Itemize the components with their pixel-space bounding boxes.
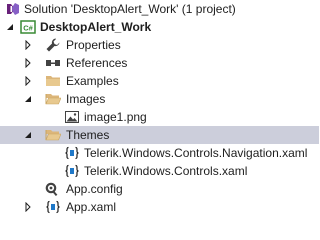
item-label: Telerik.Windows.Controls.Navigation.xaml xyxy=(84,146,308,160)
solution-explorer-tree: Solution 'DesktopAlert_Work' (1 project)… xyxy=(0,0,319,218)
tree-row-app-config[interactable]: App.config xyxy=(0,180,319,198)
project-label: DesktopAlert_Work xyxy=(40,20,152,34)
image-file-icon xyxy=(64,109,80,125)
tree-row-solution[interactable]: Solution 'DesktopAlert_Work' (1 project) xyxy=(0,0,319,18)
xaml-file-icon xyxy=(64,163,80,179)
tree-row-controls-xaml[interactable]: Telerik.Windows.Controls.xaml xyxy=(0,162,319,180)
expand-arrow-icon[interactable] xyxy=(23,202,33,212)
item-label: Examples xyxy=(66,74,119,88)
xaml-file-icon xyxy=(64,145,80,161)
wrench-icon xyxy=(45,37,61,53)
collapse-arrow-icon[interactable] xyxy=(23,130,33,140)
collapse-arrow-icon[interactable] xyxy=(23,94,33,104)
tree-row-properties[interactable]: Properties xyxy=(0,36,319,54)
solution-label: Solution 'DesktopAlert_Work' (1 project) xyxy=(24,2,236,16)
references-icon xyxy=(45,55,61,71)
folder-open-icon xyxy=(45,127,61,143)
solution-icon xyxy=(5,1,21,17)
collapse-arrow-icon[interactable] xyxy=(5,22,15,32)
folder-open-icon xyxy=(45,91,61,107)
tree-row-project[interactable]: C# DesktopAlert_Work xyxy=(0,18,319,36)
expand-arrow-icon[interactable] xyxy=(23,58,33,68)
tree-row-images[interactable]: Images xyxy=(0,90,319,108)
xaml-file-icon xyxy=(45,199,61,215)
item-label: App.config xyxy=(66,182,123,196)
svg-text:C#: C# xyxy=(23,24,33,33)
expand-arrow-icon[interactable] xyxy=(23,40,33,50)
csharp-project-icon: C# xyxy=(20,19,36,35)
tree-row-references[interactable]: References xyxy=(0,54,319,72)
item-label: Properties xyxy=(66,38,121,52)
tree-row-app-xaml[interactable]: App.xaml xyxy=(0,198,319,216)
item-label: Images xyxy=(66,92,106,106)
tree-row-examples[interactable]: Examples xyxy=(0,72,319,90)
item-label: Themes xyxy=(66,128,110,142)
tree-row-navigation-xaml[interactable]: Telerik.Windows.Controls.Navigation.xaml xyxy=(0,144,319,162)
item-label: References xyxy=(66,56,128,70)
config-file-icon xyxy=(45,181,61,197)
tree-row-themes[interactable]: Themes xyxy=(0,126,319,144)
item-label: App.xaml xyxy=(66,200,117,214)
folder-icon xyxy=(45,73,61,89)
item-label: Telerik.Windows.Controls.xaml xyxy=(84,164,248,178)
tree-row-image1[interactable]: image1.png xyxy=(0,108,319,126)
expand-arrow-icon[interactable] xyxy=(23,76,33,86)
item-label: image1.png xyxy=(84,110,147,124)
